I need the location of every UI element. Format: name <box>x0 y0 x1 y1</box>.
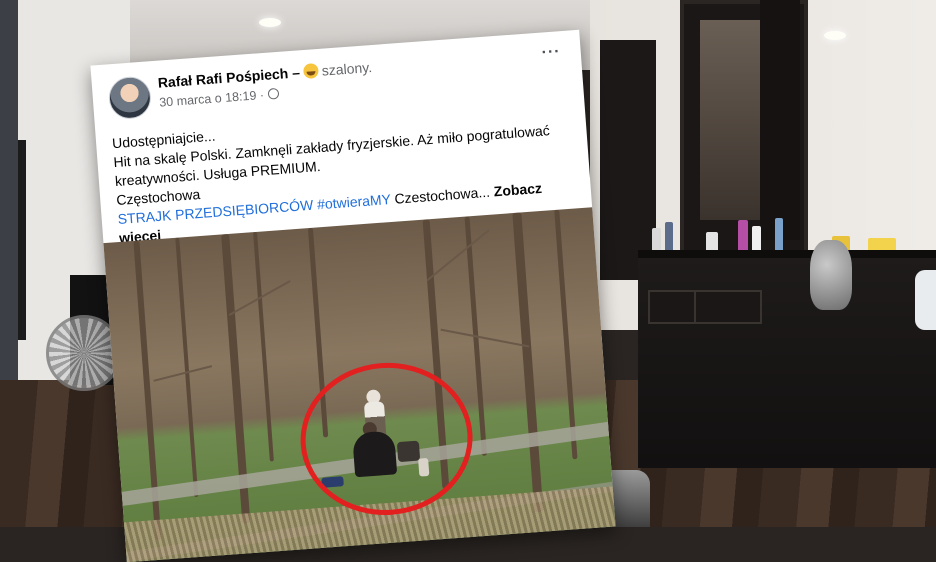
facebook-post: Rafał Rafi Pośpiech – szalony. 30 marca o… <box>90 29 616 562</box>
tree-trunk <box>512 212 544 513</box>
hair-dryer <box>810 240 852 310</box>
globe-icon <box>267 87 280 100</box>
grinning-face-icon <box>303 62 320 79</box>
ceiling-lamp <box>824 31 846 40</box>
product-box <box>868 238 896 250</box>
product-bottle <box>665 222 673 250</box>
post-timestamp[interactable]: 30 marca o 18:19 · <box>159 88 265 110</box>
chair-edge <box>915 270 936 330</box>
post-author-line: Rafał Rafi Pośpiech – szalony. <box>157 59 372 91</box>
product-bottle <box>706 232 718 250</box>
product-bottle <box>738 220 748 250</box>
tree-branch <box>440 328 530 348</box>
post-meta: 30 marca o 18:19 · <box>159 87 280 110</box>
ceiling-lamp <box>259 18 281 27</box>
drawer <box>694 290 762 324</box>
author-separator: – <box>291 64 301 81</box>
post-photo[interactable] <box>103 207 616 562</box>
cabinet <box>600 40 656 280</box>
coat-rack <box>18 140 26 340</box>
more-options-button[interactable]: ··· <box>541 43 561 62</box>
avatar[interactable] <box>107 75 153 121</box>
tree-trunk <box>175 237 199 498</box>
tree-trunk <box>253 231 274 462</box>
tree-branch <box>426 229 490 282</box>
product-bottle <box>652 228 661 250</box>
product-bottle <box>775 218 783 250</box>
mirror-frame <box>760 0 800 240</box>
tree-branch <box>153 365 213 382</box>
product-bottle <box>752 226 761 250</box>
feeling-label: szalony. <box>321 59 373 79</box>
tree-trunk <box>554 209 578 460</box>
